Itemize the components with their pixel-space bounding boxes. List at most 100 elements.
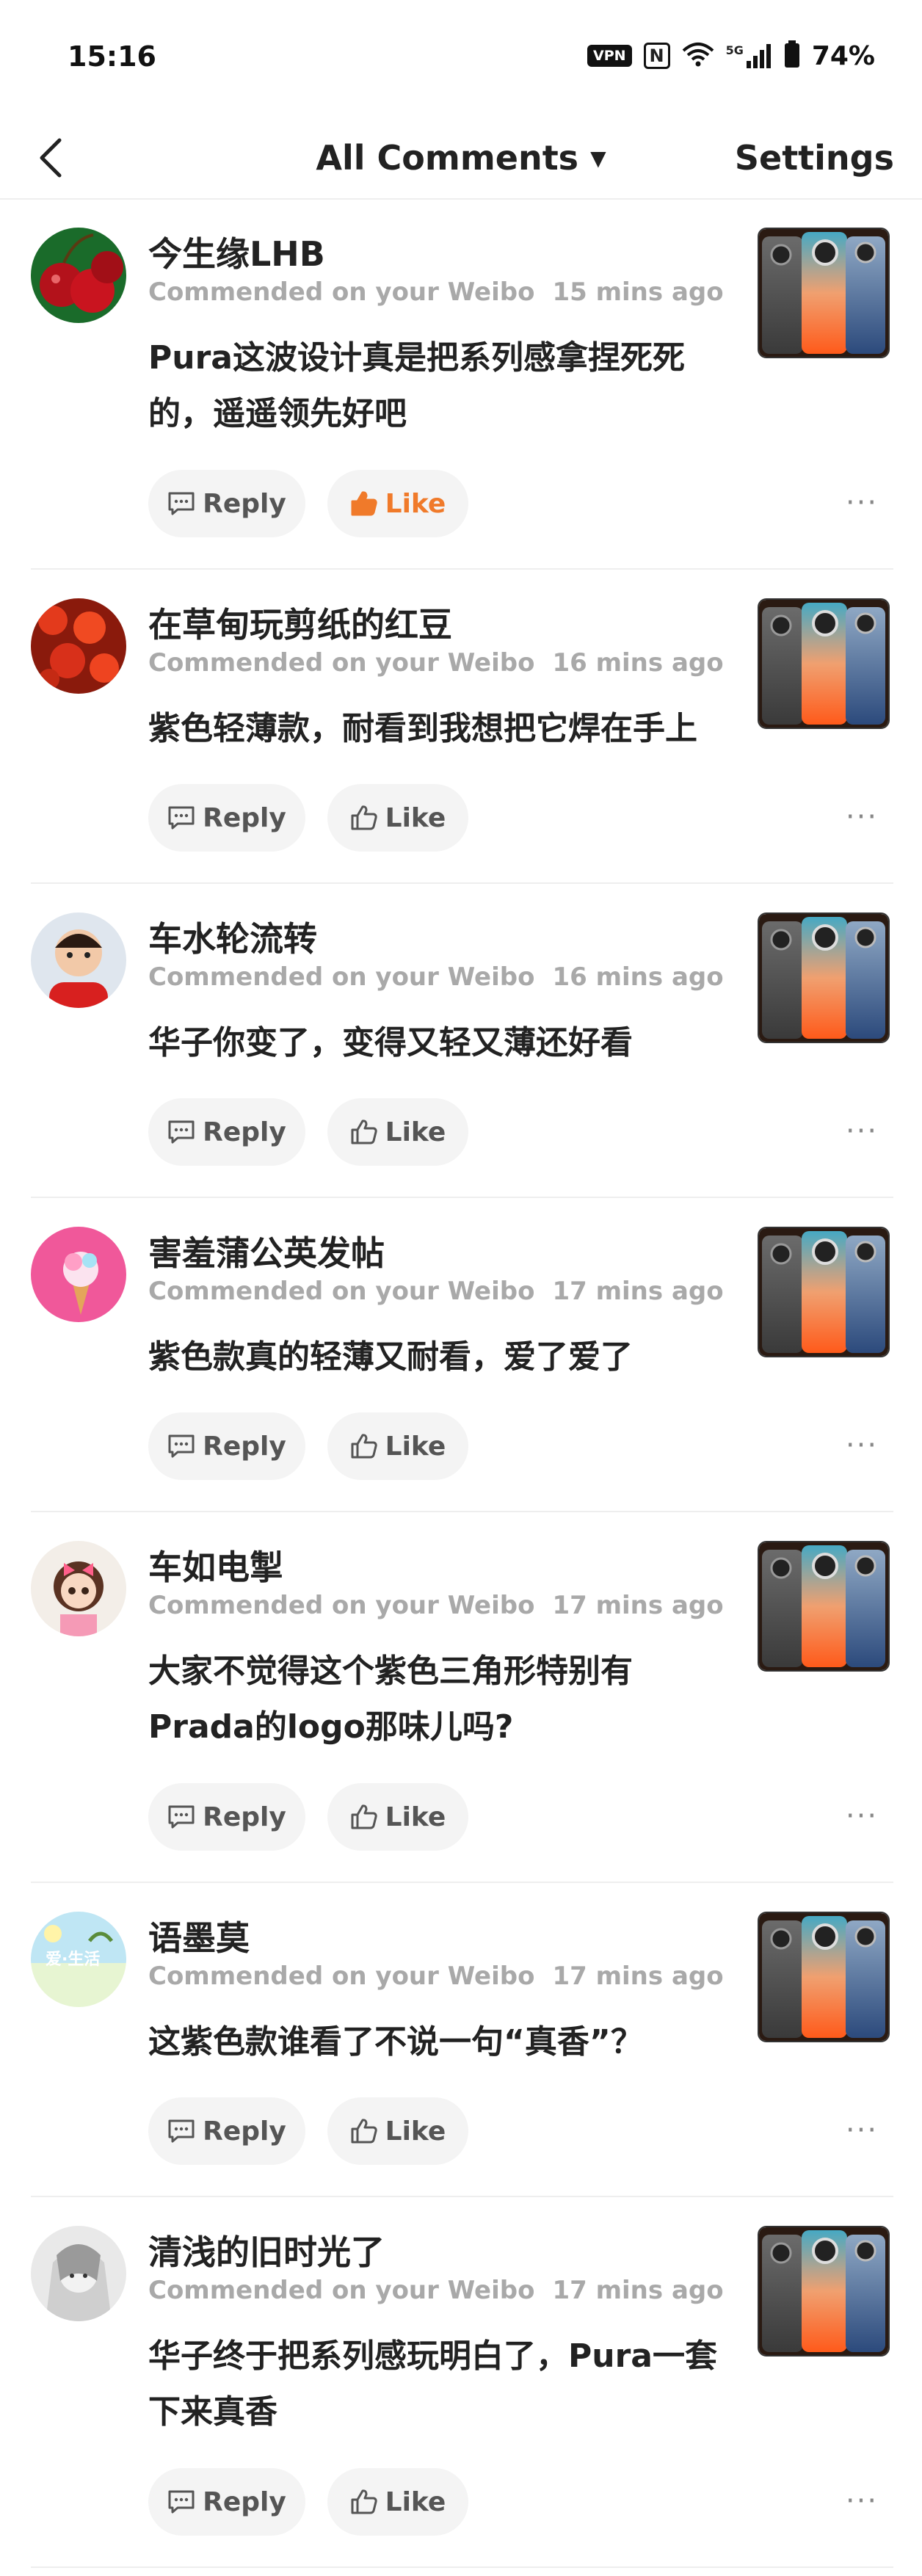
user-avatar[interactable] (31, 2226, 126, 2321)
comment-item[interactable]: 清浅的旧时光了 Commended on your Weibo 17 mins ag… (0, 2226, 922, 2536)
reply-label: Reply (203, 1117, 286, 1147)
comment-item[interactable]: 今生缘LHB Commended on your Weibo 15 mins ago… (0, 228, 922, 537)
reply-button[interactable]: Reply (148, 2468, 305, 2536)
status-time: 15:16 (68, 40, 156, 73)
comment-text: 这紫色款谁看了不说一句“真香”？ (148, 2023, 643, 2061)
comment-source: Commended on your Weibo (148, 1962, 535, 1991)
wifi-icon (682, 42, 714, 70)
comment-text: 华子终于把系列感玩明白了，Pura一套下来真香 (148, 2337, 717, 2431)
comment-time: 15 mins ago (552, 277, 724, 307)
more-options-icon[interactable]: ··· (843, 486, 881, 520)
comment-time: 16 mins ago (552, 648, 724, 678)
user-avatar[interactable] (31, 1227, 126, 1322)
comment-item[interactable]: 车如电掣 Commended on your Weibo 17 mins ago 大家… (0, 1541, 922, 1851)
more-options-icon[interactable]: ··· (843, 1429, 881, 1462)
like-label: Like (385, 802, 446, 833)
weibo-post-thumbnail[interactable] (758, 1227, 890, 1357)
reply-button[interactable]: Reply (148, 784, 305, 852)
like-button[interactable]: Like (327, 2468, 468, 2536)
thumbs-up-icon (350, 1804, 378, 1830)
user-avatar[interactable] (31, 598, 126, 694)
thumbs-up-icon (350, 805, 378, 831)
comment-username[interactable]: 害羞蒲公英发帖 (148, 1227, 385, 1275)
reply-button[interactable]: Reply (148, 2097, 305, 2165)
comment-item[interactable]: 害羞蒲公英发帖 Commended on your Weibo 17 mins ag… (0, 1227, 922, 1480)
reply-button[interactable]: Reply (148, 470, 305, 537)
comment-time: 17 mins ago (552, 1277, 724, 1306)
comment-meta: Commended on your Weibo 15 mins ago (148, 277, 724, 307)
nav-bar: All Comments ▼ Settings (0, 117, 922, 200)
comment-text: 华子你变了，变得又轻又薄还好看 (148, 1024, 633, 1062)
reply-label: Reply (203, 488, 286, 519)
comment-source: Commended on your Weibo (148, 1591, 535, 1620)
caret-down-icon: ▼ (590, 145, 606, 170)
user-avatar[interactable] (31, 228, 126, 323)
comment-divider (31, 1197, 893, 1198)
status-icons: VPN N 5G 74% (587, 40, 875, 71)
nfc-icon: N (643, 43, 670, 69)
comment-divider (31, 1511, 893, 1512)
comment-username[interactable]: 清浅的旧时光了 (148, 2226, 385, 2274)
page-title: All Comments (316, 138, 579, 178)
comment-time: 16 mins ago (552, 962, 724, 992)
user-avatar[interactable] (31, 913, 126, 1008)
weibo-post-thumbnail[interactable] (758, 1912, 890, 2042)
more-options-icon[interactable]: ··· (843, 2484, 881, 2518)
comment-icon (167, 1434, 195, 1459)
more-options-icon[interactable]: ··· (843, 800, 881, 834)
signal-icon: 5G (726, 43, 772, 68)
comment-time: 17 mins ago (552, 1962, 724, 1991)
comment-username[interactable]: 车水轮流转 (148, 913, 317, 961)
thumbs-up-icon (350, 490, 378, 517)
like-label: Like (385, 1802, 446, 1832)
like-label: Like (385, 1117, 446, 1147)
weibo-post-thumbnail[interactable] (758, 2226, 890, 2357)
like-button[interactable]: Like (327, 470, 468, 537)
more-options-icon[interactable]: ··· (843, 1114, 881, 1148)
user-avatar[interactable] (31, 1541, 126, 1636)
weibo-post-thumbnail[interactable] (758, 228, 890, 358)
comment-username[interactable]: 今生缘LHB (148, 228, 325, 276)
like-label: Like (385, 2116, 446, 2147)
weibo-post-thumbnail[interactable] (758, 913, 890, 1043)
comment-item[interactable]: 车水轮流转 Commended on your Weibo 16 mins ago 华… (0, 913, 922, 1166)
comment-time: 17 mins ago (552, 2276, 724, 2305)
reply-label: Reply (203, 802, 286, 833)
comment-text: 紫色款真的轻薄又耐看，爱了爱了 (148, 1338, 633, 1376)
comment-meta: Commended on your Weibo 17 mins ago (148, 2276, 724, 2305)
reply-button[interactable]: Reply (148, 1783, 305, 1851)
more-options-icon[interactable]: ··· (843, 1799, 881, 1833)
like-button[interactable]: Like (327, 1412, 468, 1480)
reply-label: Reply (203, 1802, 286, 1832)
like-button[interactable]: Like (327, 1783, 468, 1851)
comment-icon (167, 805, 195, 830)
comment-username[interactable]: 在草甸玩剪纸的红豆 (148, 598, 452, 647)
status-bar: 15:16 VPN N 5G 74% (0, 0, 922, 117)
weibo-post-thumbnail[interactable] (758, 1541, 890, 1672)
network-label: 5G (725, 43, 744, 57)
comment-username[interactable]: 语墨莫 (148, 1912, 250, 1960)
comment-icon (167, 2119, 195, 2144)
thumbs-up-icon (350, 2118, 378, 2144)
more-options-icon[interactable]: ··· (843, 2114, 881, 2147)
reply-label: Reply (203, 2116, 286, 2147)
comment-meta: Commended on your Weibo 17 mins ago (148, 1962, 724, 1991)
like-button[interactable]: Like (327, 1098, 468, 1166)
weibo-post-thumbnail[interactable] (758, 598, 890, 729)
comment-icon (167, 1804, 195, 1829)
reply-button[interactable]: Reply (148, 1098, 305, 1166)
user-avatar[interactable]: 爱·生活 (31, 1912, 126, 2007)
comment-source: Commended on your Weibo (148, 277, 535, 307)
comment-item[interactable]: 在草甸玩剪纸的红豆 Commended on your Weibo 16 mins … (0, 598, 922, 852)
like-button[interactable]: Like (327, 784, 468, 852)
svg-text:爱·生活: 爱·生活 (46, 1951, 100, 1969)
comment-divider (31, 568, 893, 570)
comment-item[interactable]: 爱·生活 语墨莫 Commended on your Weibo 17 mins ag… (0, 1912, 922, 2165)
like-button[interactable]: Like (327, 2097, 468, 2165)
comment-divider (31, 2196, 893, 2197)
comment-meta: Commended on your Weibo 17 mins ago (148, 1277, 724, 1306)
comment-username[interactable]: 车如电掣 (148, 1541, 283, 1589)
settings-button[interactable]: Settings (735, 138, 894, 178)
reply-button[interactable]: Reply (148, 1412, 305, 1480)
comment-text: 大家不觉得这个紫色三角形特别有Prada的logo那味儿吗? (148, 1652, 633, 1746)
